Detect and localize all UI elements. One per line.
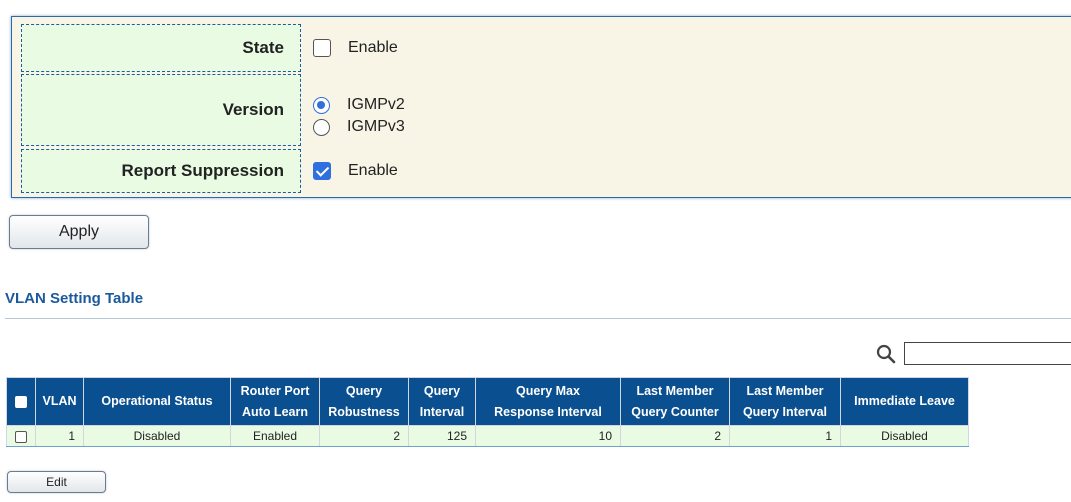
- search-icon[interactable]: [876, 344, 896, 364]
- cell-query-robustness: 2: [319, 425, 409, 447]
- column-header-query-interval[interactable]: Query Interval: [408, 377, 476, 426]
- cell-last-member-query-interval: 1: [729, 425, 841, 447]
- igmpv3-radio[interactable]: [313, 118, 330, 136]
- cell-vlan: 1: [35, 425, 84, 447]
- igmpv2-text: IGMPv2: [347, 96, 405, 113]
- version-row: Version IGMPv2 IGMPv3: [12, 74, 405, 158]
- igmp-settings-panel: State Enable Version IGMPv2 IGMPv3 Repor…: [11, 16, 1071, 198]
- column-header-vlan[interactable]: VLAN: [35, 377, 84, 426]
- report-suppression-enable-option[interactable]: Enable: [313, 160, 398, 182]
- igmpv3-text: IGMPv3: [347, 118, 405, 135]
- table-header-row: VLAN Operational Status Router Port Auto …: [6, 377, 969, 426]
- select-all-cell: [6, 377, 36, 426]
- cell-immediate-leave: Disabled: [840, 425, 969, 447]
- cell-query-interval: 125: [408, 425, 476, 447]
- row-select-checkbox[interactable]: [15, 430, 27, 443]
- version-option-igmpv2[interactable]: IGMPv2: [313, 94, 405, 116]
- state-enable-text: Enable: [348, 39, 398, 56]
- state-enable-checkbox[interactable]: [313, 39, 331, 57]
- select-all-checkbox[interactable]: [15, 395, 27, 408]
- cell-operational-status: Disabled: [83, 425, 231, 447]
- cell-last-member-query-counter: 2: [620, 425, 730, 447]
- column-header-router-port-auto-learn[interactable]: Router Port Auto Learn: [230, 377, 320, 426]
- table-row[interactable]: 1 Disabled Enabled 2 125 10 2 1 Disabled: [6, 425, 969, 447]
- column-header-last-member-query-interval[interactable]: Last Member Query Interval: [729, 377, 841, 426]
- state-row: State Enable: [12, 24, 398, 72]
- column-header-last-member-query-counter[interactable]: Last Member Query Counter: [620, 377, 730, 426]
- edit-button[interactable]: Edit: [7, 471, 106, 493]
- report-suppression-enable-text: Enable: [348, 162, 398, 179]
- state-enable-option[interactable]: Enable: [313, 37, 398, 59]
- cell-query-max-response-interval: 10: [475, 425, 621, 447]
- apply-button[interactable]: Apply: [9, 215, 149, 249]
- report-suppression-label: Report Suppression: [21, 149, 301, 193]
- vlan-setting-table-title: VLAN Setting Table: [5, 290, 144, 307]
- column-header-operational-status[interactable]: Operational Status: [83, 377, 231, 426]
- version-option-igmpv3[interactable]: IGMPv3: [313, 116, 405, 138]
- vlan-setting-table: VLAN Operational Status Router Port Auto …: [6, 377, 969, 447]
- report-suppression-checkbox[interactable]: [313, 162, 331, 180]
- state-label: State: [21, 24, 301, 72]
- search-input[interactable]: [904, 342, 1071, 365]
- igmpv2-radio[interactable]: [313, 96, 330, 114]
- column-header-immediate-leave[interactable]: Immediate Leave: [840, 377, 969, 426]
- section-divider: [5, 318, 1071, 319]
- version-label: Version: [21, 74, 301, 146]
- column-header-query-robustness[interactable]: Query Robustness: [319, 377, 409, 426]
- cell-router-port-auto-learn: Enabled: [230, 425, 320, 447]
- row-select-cell: [6, 425, 36, 447]
- report-suppression-row: Report Suppression Enable: [12, 149, 398, 193]
- column-header-query-max-response-interval[interactable]: Query Max Response Interval: [475, 377, 621, 426]
